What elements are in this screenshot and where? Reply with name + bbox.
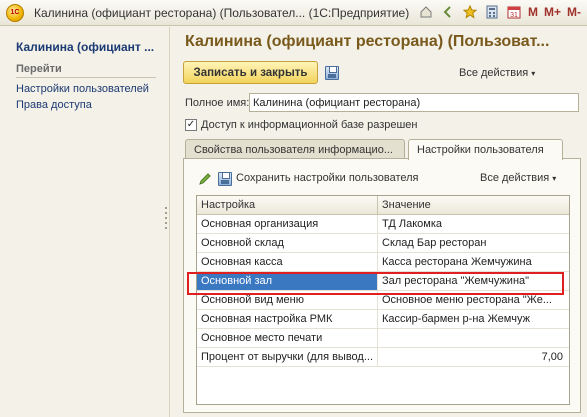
dropdown-arrow-icon: ▾: [552, 174, 557, 183]
value-cell[interactable]: Зал ресторана "Жемчужина": [378, 272, 569, 290]
setting-cell: Основной склад: [197, 234, 378, 252]
calendar-icon[interactable]: 31: [506, 4, 522, 20]
table-row[interactable]: Основное место печати: [197, 329, 569, 348]
column-header-value[interactable]: Значение: [378, 196, 569, 215]
settings-tab-panel: Сохранить настройки пользователя Все дей…: [183, 158, 581, 413]
table-row[interactable]: Основная настройка РМК Кассир-бармен р-н…: [197, 310, 569, 329]
nav-item-access-rights[interactable]: Права доступа: [16, 99, 92, 111]
setting-cell: Основная организация: [197, 215, 378, 233]
memory-mplus-button[interactable]: M+: [544, 5, 561, 19]
access-checkbox[interactable]: ✓: [185, 119, 197, 131]
all-actions-menu[interactable]: Все действия ▾: [459, 67, 535, 79]
pencil-icon[interactable]: [198, 172, 212, 186]
title-toolbar: 31 M M+ M-: [418, 4, 581, 20]
calculator-icon[interactable]: [484, 4, 500, 20]
table-row[interactable]: Основной вид меню Основное меню ресторан…: [197, 291, 569, 310]
setting-cell: Основная касса: [197, 253, 378, 271]
back-icon[interactable]: [440, 4, 456, 20]
fullname-input[interactable]: [249, 93, 579, 112]
app-logo-icon: 1С: [6, 3, 24, 22]
nav-heading: Перейти: [16, 63, 62, 75]
save-disk-icon[interactable]: [325, 66, 339, 80]
memory-m-button[interactable]: M: [528, 5, 538, 19]
window-title: Калинина (официант ресторана) (Пользоват…: [34, 5, 410, 20]
value-cell[interactable]: Кассир-бармен р-на Жемчуж: [378, 310, 569, 328]
tab-user-settings[interactable]: Настройки пользователя: [408, 139, 563, 160]
save-and-close-button[interactable]: Записать и закрыть: [183, 61, 318, 84]
value-cell[interactable]: Касса ресторана Жемчужина: [378, 253, 569, 271]
setting-cell: Основной вид меню: [197, 291, 378, 309]
value-cell[interactable]: ТД Лакомка: [378, 215, 569, 233]
table-row-selected[interactable]: Основной зал Зал ресторана "Жемчужина": [197, 272, 569, 291]
setting-cell: Основное место печати: [197, 329, 378, 347]
left-panel-title: Калинина (официант ...: [16, 40, 155, 54]
memory-mminus-button[interactable]: M-: [567, 5, 581, 19]
table-row[interactable]: Основная организация ТД Лакомка: [197, 215, 569, 234]
form-panel: Калинина (официант ресторана) (Пользоват…: [171, 27, 587, 417]
star-icon[interactable]: [462, 4, 478, 20]
svg-text:31: 31: [510, 12, 518, 19]
form-title: Калинина (официант ресторана) (Пользоват…: [185, 33, 550, 50]
save-settings-button[interactable]: Сохранить настройки пользователя: [236, 172, 419, 184]
table-row[interactable]: Основной склад Склад Бар ресторан: [197, 234, 569, 253]
setting-cell: Основной зал: [197, 272, 378, 290]
nav-divider: [16, 77, 156, 78]
table-header: Настройка Значение: [197, 196, 569, 215]
fullname-label: Полное имя:: [185, 97, 250, 109]
nav-item-user-settings[interactable]: Настройки пользователей: [16, 83, 149, 95]
table-row[interactable]: Процент от выручки (для вывод... 7,00: [197, 348, 569, 367]
panel-resize-handle[interactable]: [165, 207, 169, 229]
table-row[interactable]: Основная касса Касса ресторана Жемчужина: [197, 253, 569, 272]
tab-user-properties[interactable]: Свойства пользователя информацио...: [185, 139, 405, 159]
setting-cell: Основная настройка РМК: [197, 310, 378, 328]
access-checkbox-label: Доступ к информационной базе разрешен: [201, 119, 418, 131]
settings-all-actions-menu[interactable]: Все действия ▾: [480, 172, 556, 184]
home-icon[interactable]: [418, 4, 434, 20]
all-actions-label: Все действия: [459, 67, 529, 79]
save-settings-disk-icon[interactable]: [218, 172, 232, 186]
title-bar: 1С Калинина (официант ресторана) (Пользо…: [0, 0, 587, 26]
setting-cell: Процент от выручки (для вывод...: [197, 348, 378, 366]
value-cell[interactable]: Склад Бар ресторан: [378, 234, 569, 252]
value-cell[interactable]: [378, 329, 569, 347]
settings-table: Настройка Значение Основная организация …: [196, 195, 570, 405]
settings-all-actions-label: Все действия: [480, 172, 550, 184]
left-panel: Калинина (официант ... Перейти Настройки…: [0, 27, 170, 417]
column-header-setting[interactable]: Настройка: [197, 196, 378, 215]
value-cell[interactable]: Основное меню ресторана "Же...: [378, 291, 569, 309]
dropdown-arrow-icon: ▾: [531, 69, 536, 78]
value-cell[interactable]: 7,00: [378, 348, 569, 366]
